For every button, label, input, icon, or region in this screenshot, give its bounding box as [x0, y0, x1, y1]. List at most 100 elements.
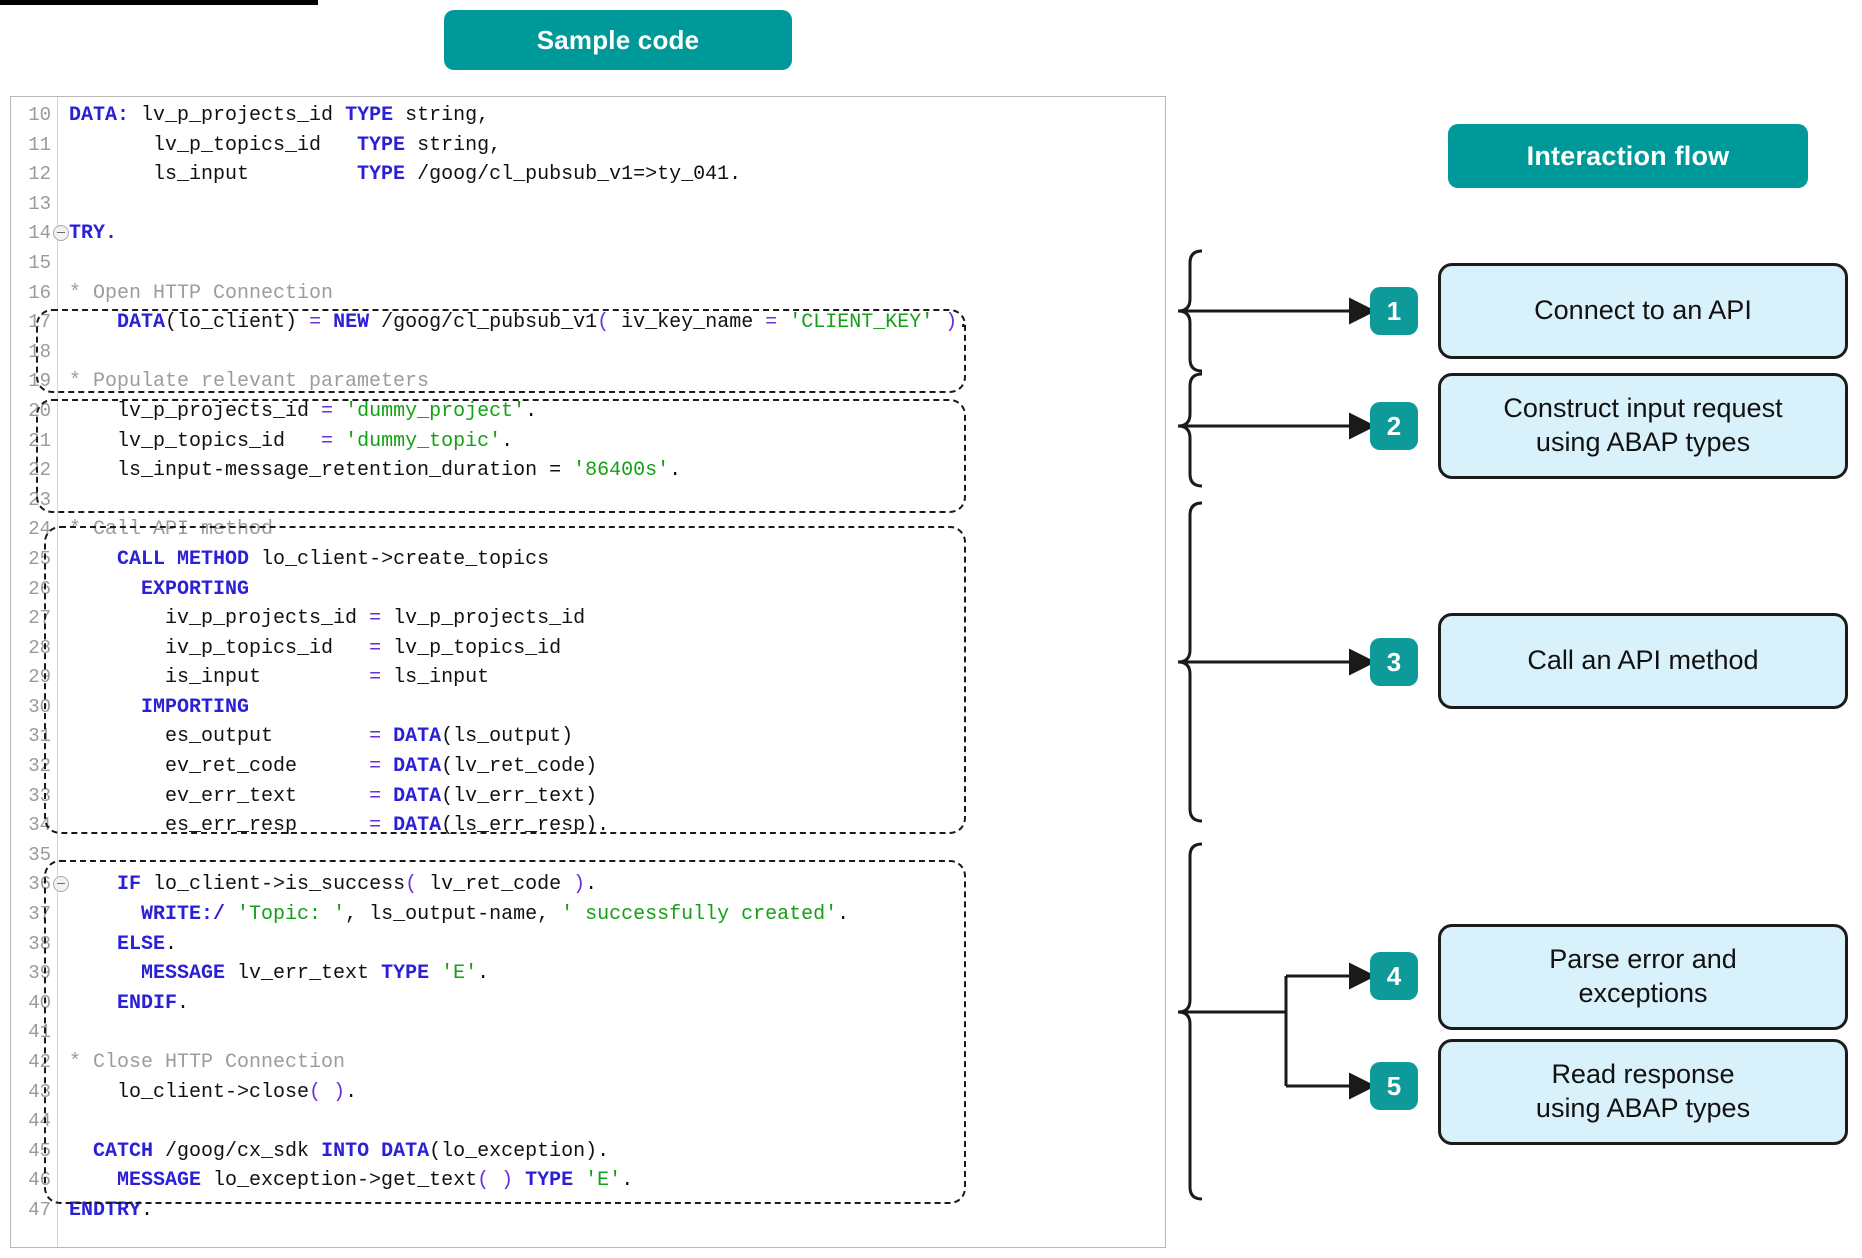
code-text: CATCH /goog/cx_sdk INTO DATA(lo_exceptio… [69, 1137, 609, 1167]
line-number: 39 [11, 959, 51, 989]
code-line: 38 ELSE. [11, 930, 1165, 960]
code-text: DATA(lo_client) = NEW /goog/cl_pubsub_v1… [69, 308, 969, 338]
code-line: 47 ENDTRY. [11, 1196, 1165, 1226]
code-text: EXPORTING [69, 575, 249, 605]
code-text: WRITE:/ 'Topic: ', ls_output-name, ' suc… [69, 900, 849, 930]
code-text: es_output = DATA(ls_output) [69, 722, 573, 752]
line-number: 38 [11, 930, 51, 960]
code-line: 37 WRITE:/ 'Topic: ', ls_output-name, ' … [11, 900, 1165, 930]
line-number: 41 [11, 1018, 51, 1048]
code-line: 36 IF lo_client->is_success( lv_ret_code… [11, 870, 1165, 900]
code-line: 28 iv_p_topics_id = lv_p_topics_id [11, 634, 1165, 664]
code-text: TRY. [69, 219, 117, 249]
code-text: ENDTRY. [69, 1196, 153, 1226]
step-badge-3: 3 [1370, 638, 1418, 686]
line-number: 43 [11, 1078, 51, 1108]
line-number: 44 [11, 1107, 51, 1137]
code-line: 15 [11, 249, 1165, 279]
interaction-flow-header: Interaction flow [1448, 124, 1808, 188]
step-box-5[interactable]: Read responseusing ABAP types [1438, 1039, 1848, 1145]
top-divider-rule [0, 0, 318, 5]
code-line: 14 TRY. [11, 219, 1165, 249]
step-box-2[interactable]: Construct input requestusing ABAP types [1438, 373, 1848, 479]
code-fold-icon[interactable] [53, 876, 69, 892]
line-number: 16 [11, 279, 51, 309]
line-number: 35 [11, 841, 51, 871]
code-line: 35 [11, 841, 1165, 871]
line-number: 45 [11, 1137, 51, 1167]
line-number: 33 [11, 782, 51, 812]
code-line: 45 CATCH /goog/cx_sdk INTO DATA(lo_excep… [11, 1137, 1165, 1167]
code-line: 20 lv_p_projects_id = 'dummy_project'. [11, 397, 1165, 427]
line-number: 23 [11, 486, 51, 516]
code-line: 22 ls_input-message_retention_duration =… [11, 456, 1165, 486]
code-line: 12 ls_input TYPE /goog/cl_pubsub_v1=>ty_… [11, 160, 1165, 190]
step-badge-5: 5 [1370, 1062, 1418, 1110]
line-number: 37 [11, 900, 51, 930]
line-number: 15 [11, 249, 51, 279]
code-fold-icon[interactable] [53, 225, 69, 241]
code-line: 44 [11, 1107, 1165, 1137]
code-text: lv_p_projects_id = 'dummy_project'. [69, 397, 537, 427]
code-line: 13 [11, 190, 1165, 220]
code-line: 39 MESSAGE lv_err_text TYPE 'E'. [11, 959, 1165, 989]
line-number: 21 [11, 427, 51, 457]
code-text: lo_client->close( ). [69, 1078, 357, 1108]
code-text: lv_p_topics_id TYPE string, [69, 131, 501, 161]
line-number: 46 [11, 1166, 51, 1196]
sample-code-header: Sample code [444, 10, 792, 70]
code-line: 41 [11, 1018, 1165, 1048]
line-number: 36 [11, 870, 51, 900]
code-line: 29 is_input = ls_input [11, 663, 1165, 693]
code-line: 23 [11, 486, 1165, 516]
line-number: 12 [11, 160, 51, 190]
code-line: 21 lv_p_topics_id = 'dummy_topic'. [11, 427, 1165, 457]
code-line: 34 es_err_resp = DATA(ls_err_resp). [11, 811, 1165, 841]
code-text: ENDIF. [69, 989, 189, 1019]
code-line: 33 ev_err_text = DATA(lv_err_text) [11, 782, 1165, 812]
line-number: 32 [11, 752, 51, 782]
code-text: * Close HTTP Connection [69, 1048, 345, 1078]
line-number: 27 [11, 604, 51, 634]
code-line: 10DATA: lv_p_projects_id TYPE string, [11, 101, 1165, 131]
code-line: 30 IMPORTING [11, 693, 1165, 723]
code-text: DATA: lv_p_projects_id TYPE string, [69, 101, 489, 131]
code-text: IMPORTING [69, 693, 249, 723]
line-number: 42 [11, 1048, 51, 1078]
code-text: MESSAGE lo_exception->get_text( ) TYPE '… [69, 1166, 633, 1196]
code-line: 16 * Open HTTP Connection [11, 279, 1165, 309]
line-number: 19 [11, 367, 51, 397]
line-number: 22 [11, 456, 51, 486]
code-line: 27 iv_p_projects_id = lv_p_projects_id [11, 604, 1165, 634]
code-line: 19* Populate relevant parameters [11, 367, 1165, 397]
code-line: 11 lv_p_topics_id TYPE string, [11, 131, 1165, 161]
code-text: ls_input TYPE /goog/cl_pubsub_v1=>ty_041… [69, 160, 741, 190]
code-line-list: 10DATA: lv_p_projects_id TYPE string,11 … [11, 101, 1165, 1226]
step-box-3[interactable]: Call an API method [1438, 613, 1848, 709]
line-number: 30 [11, 693, 51, 723]
code-line: 18 [11, 338, 1165, 368]
code-line: 31 es_output = DATA(ls_output) [11, 722, 1165, 752]
line-number: 20 [11, 397, 51, 427]
line-number: 26 [11, 575, 51, 605]
code-text: iv_p_projects_id = lv_p_projects_id [69, 604, 585, 634]
code-text: * Open HTTP Connection [69, 279, 333, 309]
line-number: 14 [11, 219, 51, 249]
code-text: ls_input-message_retention_duration = '8… [69, 456, 681, 486]
line-number: 13 [11, 190, 51, 220]
line-number: 28 [11, 634, 51, 664]
code-line: 17 DATA(lo_client) = NEW /goog/cl_pubsub… [11, 308, 1165, 338]
line-number: 47 [11, 1196, 51, 1226]
code-text: ELSE. [69, 930, 177, 960]
code-text: is_input = ls_input [69, 663, 489, 693]
step-badge-1: 1 [1370, 287, 1418, 335]
line-number: 29 [11, 663, 51, 693]
line-number: 31 [11, 722, 51, 752]
line-number: 34 [11, 811, 51, 841]
step-box-4[interactable]: Parse error andexceptions [1438, 924, 1848, 1030]
code-text: iv_p_topics_id = lv_p_topics_id [69, 634, 561, 664]
code-editor-panel[interactable]: 10DATA: lv_p_projects_id TYPE string,11 … [10, 96, 1166, 1248]
code-line: 25 CALL METHOD lo_client->create_topics [11, 545, 1165, 575]
step-box-1[interactable]: Connect to an API [1438, 263, 1848, 359]
code-text: * Call API method [69, 515, 273, 545]
